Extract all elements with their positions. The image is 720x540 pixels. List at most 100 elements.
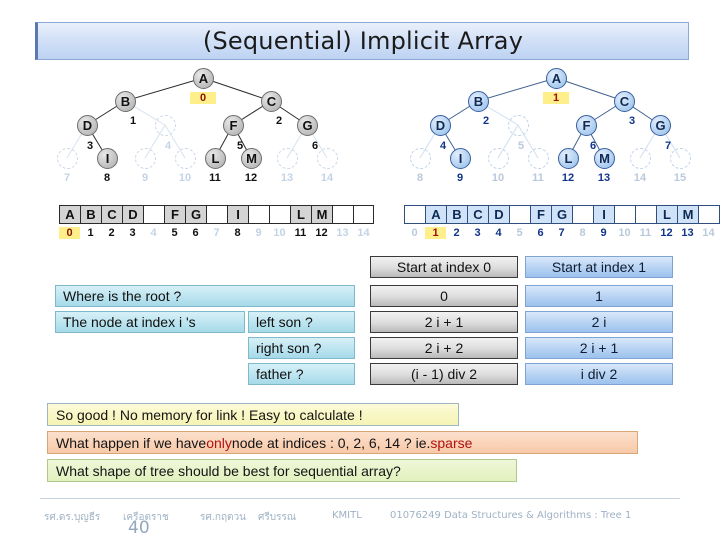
array-cell[interactable]: A (59, 205, 80, 224)
note-tree-shape: What shape of tree should be best for se… (47, 459, 517, 482)
tree-node-g[interactable]: G (297, 115, 318, 136)
array-cell[interactable] (206, 205, 227, 224)
array-index-label: 4 (150, 227, 157, 239)
node-label: M (599, 151, 610, 166)
tree-index-6: 6 (589, 140, 597, 152)
tree-index-9: 9 (456, 172, 464, 184)
array-index-label: 3 (129, 227, 136, 239)
array-cell[interactable] (635, 205, 656, 224)
array-cell[interactable] (332, 205, 353, 224)
tree-index-4: 4 (164, 140, 172, 152)
array-cell[interactable]: C (467, 205, 488, 224)
page-title: (Sequential) Implicit Array (202, 27, 524, 55)
array-cell[interactable] (614, 205, 635, 224)
tree-node-b[interactable]: B (468, 91, 489, 112)
question-node-at-index-i[interactable]: The node at index i 's (55, 311, 245, 333)
tree-index-12: 12 (561, 172, 575, 184)
footer-organization: KMITL (332, 510, 362, 521)
footer-author-1: รศ.ดร.บุญธีร (44, 512, 101, 523)
array-cell[interactable] (698, 205, 719, 224)
array-cell[interactable]: G (185, 205, 206, 224)
array-cell[interactable]: F (164, 205, 185, 224)
array-cell[interactable] (269, 205, 290, 224)
node-label: D (435, 118, 446, 133)
tree-index-13: 13 (280, 172, 294, 184)
tree-index-3: 3 (628, 115, 636, 127)
array-index-label: 10 (618, 227, 631, 239)
array-cell[interactable] (572, 205, 593, 224)
answer-father-index1: i div 2 (525, 363, 673, 385)
slide-title-bar: (Sequential) Implicit Array (35, 22, 689, 60)
tree-index-7: 7 (664, 140, 672, 152)
array-cell[interactable]: M (311, 205, 332, 224)
node-label: A (551, 71, 562, 86)
array-cell[interactable]: A (425, 205, 446, 224)
tree-node-l[interactable]: L (558, 148, 579, 169)
tree-node-a[interactable]: A (546, 68, 567, 89)
array-cell[interactable]: M (677, 205, 698, 224)
array-cell[interactable]: L (290, 205, 311, 224)
tree-node-g[interactable]: G (650, 115, 671, 136)
tree-index-8: 8 (103, 172, 111, 184)
tree-node-empty-14 (630, 148, 651, 169)
tree-node-d[interactable]: D (77, 115, 98, 136)
question-father[interactable]: father ? (248, 363, 355, 385)
array-cell[interactable]: G (551, 205, 572, 224)
array-cell[interactable]: B (446, 205, 467, 224)
array-cell[interactable]: I (593, 205, 614, 224)
tree-node-d[interactable]: D (430, 115, 451, 136)
array-cell[interactable] (353, 205, 374, 224)
answer-right-son-index0: 2 i + 2 (370, 337, 518, 359)
tree-index-15: 15 (673, 172, 687, 184)
array-cell[interactable] (143, 205, 164, 224)
array-cell[interactable]: B (80, 205, 101, 224)
footer-author-4: ศรีบรรณ (258, 512, 297, 523)
node-label: L (564, 151, 573, 166)
array-cell[interactable]: D (488, 205, 509, 224)
array-index-label: 8 (579, 227, 586, 239)
footer-divider (40, 498, 680, 499)
tree-node-c[interactable]: C (614, 91, 635, 112)
footer-course: 01076249 Data Structures & Algorithms : … (390, 510, 632, 521)
tree-node-b[interactable]: B (115, 91, 136, 112)
array-cell[interactable]: L (656, 205, 677, 224)
array-cell[interactable] (509, 205, 530, 224)
node-label: G (655, 118, 666, 133)
tree-index-14: 14 (320, 172, 334, 184)
array-index-label: 2 (108, 227, 115, 239)
array-cell[interactable] (404, 205, 425, 224)
tree-index-7: 7 (63, 172, 71, 184)
column-header-index1: Start at index 1 (525, 256, 673, 278)
tree-node-empty-8 (410, 148, 431, 169)
tree-node-a[interactable]: A (193, 68, 214, 89)
answer-left-son-index1: 2 i (525, 311, 673, 333)
footer-author-3: รศ.กฤตวน (200, 512, 246, 523)
tree-node-f[interactable]: F (223, 115, 244, 136)
right-array-index-labels: 0 1 2 3 4 5 6 7 8 9 10 11 12 13 14 15 (404, 227, 720, 239)
tree-index-9: 9 (141, 172, 149, 184)
question-right-son[interactable]: right son ? (248, 337, 355, 359)
tree-node-c[interactable]: C (261, 91, 282, 112)
array-index-label: 12 (660, 227, 673, 239)
node-label: B (120, 94, 131, 109)
note-sparse-part-1: What happen if we have (56, 434, 207, 451)
tree-node-f[interactable]: F (576, 115, 597, 136)
array-cell[interactable]: D (122, 205, 143, 224)
array-index-label: 1 (87, 227, 94, 239)
right-array-row: A B C D F G I L M (404, 205, 720, 224)
array-cell[interactable] (248, 205, 269, 224)
question-where-is-root[interactable]: Where is the root ? (55, 285, 355, 307)
tree-index-10: 10 (178, 172, 192, 184)
tree-node-l[interactable]: L (205, 148, 226, 169)
array-index-label: 5 (516, 227, 523, 239)
question-left-son[interactable]: left son ? (248, 311, 355, 333)
array-cell[interactable]: C (101, 205, 122, 224)
array-index-label: 14 (357, 227, 370, 239)
tree-index-2: 2 (482, 115, 490, 127)
array-cell[interactable]: F (530, 205, 551, 224)
array-index-label: 6 (192, 227, 199, 239)
array-index-label: 0 (59, 227, 80, 239)
left-tree-diagram: A B C D F G I L M 0 1 2 3 4 5 6 7 8 9 10… (55, 68, 355, 198)
array-cell[interactable]: I (227, 205, 248, 224)
node-label: M (246, 151, 257, 166)
